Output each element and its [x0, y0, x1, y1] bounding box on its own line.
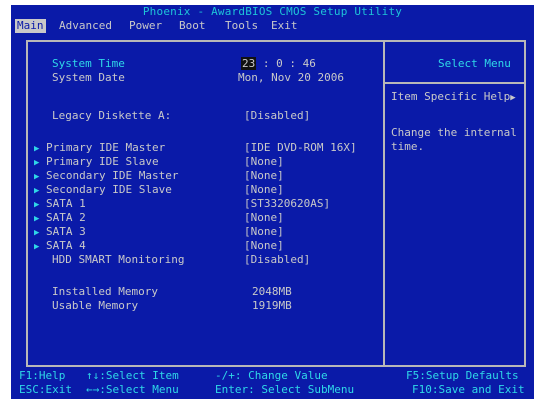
submenu-sata-2[interactable]: ▶ SATA 2 — [34, 211, 86, 225]
submenu-arrow-icon: ▶ — [34, 214, 40, 224]
menu-tools[interactable]: Tools — [223, 19, 260, 33]
status-setup-defaults: F5:Setup Defaults — [406, 369, 519, 382]
menu-boot[interactable]: Boot — [177, 19, 208, 33]
sata-3-value[interactable]: [None] — [244, 225, 284, 239]
submenu-secondary-ide-slave[interactable]: ▶ Secondary IDE Slave — [34, 183, 172, 197]
item-specific-help: Item Specific Help▶ — [391, 90, 516, 103]
sata-2-value[interactable]: [None] — [244, 211, 284, 225]
submenu-arrow-icon: ▶ — [34, 172, 40, 182]
submenu-primary-ide-slave[interactable]: ▶ Primary IDE Slave — [34, 155, 159, 169]
main-panel: System Time 23 : 0 : 46 System Date Mon,… — [26, 40, 526, 367]
submenu-primary-ide-master[interactable]: ▶ Primary IDE Master — [34, 141, 165, 155]
status-enter-submenu: Enter: Select SubMenu — [215, 383, 355, 396]
sata-4-value[interactable]: [None] — [244, 239, 284, 253]
time-hour-field[interactable]: 23 — [241, 57, 257, 70]
right-arrow-icon: ▶ — [510, 93, 516, 103]
panel-divider — [383, 42, 385, 365]
legacy-diskette-label: Legacy Diskette A: — [52, 109, 172, 122]
submenu-arrow-icon: ▶ — [34, 158, 40, 168]
menu-exit[interactable]: Exit — [269, 19, 300, 33]
installed-memory-label: Installed Memory — [52, 285, 158, 298]
status-esc-exit: ESC:Exit — [19, 383, 72, 396]
submenu-sata-1[interactable]: ▶ SATA 1 — [34, 197, 86, 211]
usable-memory-value: 1919MB — [252, 299, 292, 312]
primary-ide-slave-value[interactable]: [None] — [244, 155, 284, 169]
submenu-arrow-icon: ▶ — [34, 242, 40, 252]
status-save-exit: F10:Save and Exit — [412, 383, 525, 396]
bios-screen: Phoenix - AwardBIOS CMOS Setup Utility M… — [11, 5, 534, 399]
sata-1-value[interactable]: [ST3320620AS] — [244, 197, 330, 211]
title-bar: Phoenix - AwardBIOS CMOS Setup Utility — [11, 5, 534, 19]
submenu-secondary-ide-master[interactable]: ▶ Secondary IDE Master — [34, 169, 179, 183]
status-select-menu: ←→:Select Menu — [86, 383, 179, 396]
system-date-label: System Date — [52, 71, 125, 84]
status-change-value: -/+: Change Value — [215, 369, 328, 382]
menu-power[interactable]: Power — [127, 19, 164, 33]
legacy-diskette-value[interactable]: [Disabled] — [244, 109, 310, 123]
help-header: Select Menu — [438, 57, 511, 70]
help-text-line2: time. — [391, 140, 425, 153]
submenu-sata-3[interactable]: ▶ SATA 3 — [34, 225, 86, 239]
time-rest[interactable]: : 0 : 46 — [263, 57, 316, 70]
usable-memory-label: Usable Memory — [52, 299, 139, 312]
installed-memory-value: 2048MB — [252, 285, 292, 298]
system-time-value[interactable]: 23 : 0 : 46 — [241, 57, 316, 71]
help-text-line1: Change the internal — [391, 126, 517, 139]
menu-advanced[interactable]: Advanced — [57, 19, 114, 33]
menu-bar: Main Advanced Power Boot Tools Exit — [11, 19, 534, 33]
status-select-item: ↑↓:Select Item — [86, 369, 179, 382]
system-time-label: System Time — [52, 57, 125, 70]
status-f1-help: F1:Help — [19, 369, 66, 382]
primary-ide-master-value[interactable]: [IDE DVD-ROM 16X] — [244, 141, 357, 155]
secondary-ide-master-value[interactable]: [None] — [244, 169, 284, 183]
help-divider — [383, 82, 526, 84]
submenu-arrow-icon: ▶ — [34, 200, 40, 210]
hdd-smart-value[interactable]: [Disabled] — [244, 253, 310, 267]
hdd-smart-label: HDD SMART Monitoring — [52, 253, 185, 266]
submenu-arrow-icon: ▶ — [34, 228, 40, 238]
submenu-sata-4[interactable]: ▶ SATA 4 — [34, 239, 86, 253]
system-time-row[interactable]: System Time — [52, 57, 125, 71]
menu-main[interactable]: Main — [15, 19, 46, 33]
secondary-ide-slave-value[interactable]: [None] — [244, 183, 284, 197]
submenu-arrow-icon: ▶ — [34, 144, 40, 154]
submenu-arrow-icon: ▶ — [34, 186, 40, 196]
system-date-value[interactable]: Mon, Nov 20 2006 — [238, 71, 344, 85]
system-date-row[interactable]: System Date — [52, 71, 125, 85]
